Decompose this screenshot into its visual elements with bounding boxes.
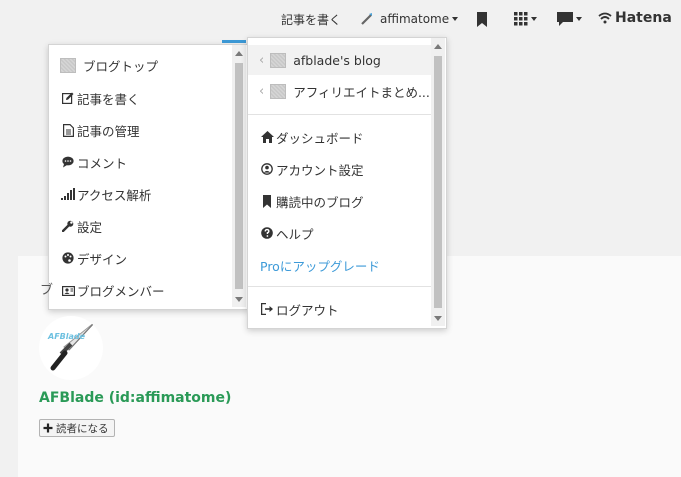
menu-item-label: アフィリエイトまとめ...: [293, 84, 430, 100]
comment-icon: [61, 155, 75, 169]
menu-item-label: 記事を書く: [77, 91, 140, 107]
menu-item-label: 購読中のブログ: [276, 194, 364, 210]
blog-menu-item-design[interactable]: デザイン: [61, 243, 127, 273]
scroll-up-icon[interactable]: [434, 44, 442, 49]
menu-item-label: Proにアップグレード: [260, 258, 380, 274]
user-menu-help[interactable]: ヘルプ: [260, 218, 314, 248]
logout-icon: [260, 302, 274, 316]
notifications-toggle[interactable]: [557, 12, 582, 26]
avatar[interactable]: AFBlade: [39, 316, 103, 380]
hatena-brand-text: Hatena: [615, 10, 672, 26]
menu-item-label: ブログトップ: [83, 58, 159, 74]
user-menu-toggle[interactable]: affimatome: [360, 10, 459, 28]
palette-icon: [61, 251, 75, 265]
question-icon: [260, 226, 274, 240]
bookmark-icon: [260, 194, 274, 208]
blog-menu-item-top[interactable]: ブログトップ: [60, 50, 158, 80]
document-icon: [61, 123, 75, 137]
blog-menu-item-analytics[interactable]: アクセス解析: [61, 179, 151, 209]
menu-item-label: 記事の管理: [77, 123, 140, 139]
blog-menu-item-settings[interactable]: 設定: [61, 211, 102, 241]
scroll-down-icon[interactable]: [235, 297, 243, 302]
partial-heading-text: ブ: [40, 283, 54, 298]
sword-logo-icon: AFBlade: [47, 321, 96, 371]
chevron-down-icon: [452, 17, 459, 21]
user-menu-dashboard[interactable]: ダッシュボード: [260, 122, 364, 152]
home-icon: [260, 130, 274, 144]
active-tab-indicator: [222, 40, 246, 43]
chevron-left-icon: ‹: [259, 83, 265, 99]
menu-item-label: アクセス解析: [77, 187, 152, 203]
menu-item-label: デザイン: [77, 251, 128, 267]
apps-menu-toggle[interactable]: [514, 12, 537, 26]
profile-name[interactable]: AFBlade (id:affimatome): [39, 390, 231, 406]
bookmark-icon[interactable]: [476, 12, 488, 27]
blog-menu-item-write[interactable]: 記事を書く: [61, 83, 140, 113]
global-header: 記事を書く affimatome Hatena: [0, 0, 681, 38]
blog-thumbnail-icon: [270, 52, 287, 68]
members-icon: [61, 283, 75, 297]
follow-button-label: 読者になる: [56, 422, 109, 435]
blog-menu-item-members[interactable]: ブログメンバー: [61, 275, 165, 305]
scroll-down-icon[interactable]: [434, 316, 442, 321]
avatar-text: AFBlade: [47, 332, 86, 341]
user-menu-dropdown: ‹ afblade's blog ‹ アフィリエイトまとめ... ダッシュボード…: [247, 37, 447, 329]
menu-item-label: ダッシュボード: [276, 130, 364, 146]
scroll-thumb[interactable]: [434, 56, 442, 308]
user-menu-subscriptions[interactable]: 購読中のブログ: [260, 186, 364, 216]
hatena-logo-icon: [598, 12, 612, 24]
blog-menu-dropdown: ブログトップ 記事を書く 記事の管理 コメント アクセス解析 設定 デザイン ブ…: [48, 44, 249, 310]
blog-thumbnail-icon: [270, 83, 287, 99]
user-icon: [260, 162, 274, 176]
blog-menu-item-manage[interactable]: 記事の管理: [61, 115, 140, 145]
menu-item-label: アカウント設定: [276, 162, 364, 178]
plus-icon: [43, 423, 53, 433]
right-menu-scrollbar[interactable]: [431, 38, 445, 326]
scroll-up-icon[interactable]: [235, 51, 243, 56]
user-menu-logout[interactable]: ログアウト: [260, 294, 339, 324]
follow-button[interactable]: 読者になる: [39, 419, 115, 437]
scroll-thumb[interactable]: [235, 63, 243, 289]
user-avatar-icon: [361, 13, 372, 25]
chevron-left-icon: ‹: [259, 52, 265, 68]
blog-thumbnail-icon: [60, 57, 76, 73]
chevron-down-icon: [531, 17, 537, 21]
user-menu-blog-1[interactable]: ‹ afblade's blog: [248, 45, 432, 75]
menu-item-label: afblade's blog: [293, 52, 381, 68]
user-name: affimatome: [380, 12, 450, 26]
menu-item-label: コメント: [77, 155, 128, 171]
menu-item-label: ログアウト: [276, 302, 339, 318]
user-menu-blog-2[interactable]: ‹ アフィリエイトまとめ...: [259, 76, 430, 106]
grid-icon: [514, 12, 528, 26]
menu-item-label: ヘルプ: [276, 226, 314, 242]
menu-divider: [248, 286, 432, 287]
chevron-down-icon: [576, 17, 582, 21]
left-menu-scrollbar[interactable]: [232, 45, 246, 307]
user-menu-account-settings[interactable]: アカウント設定: [260, 154, 364, 184]
edit-icon: [61, 91, 75, 105]
wrench-icon: [61, 219, 75, 233]
chat-bubble-icon: [557, 12, 573, 26]
blog-menu-item-comment[interactable]: コメント: [61, 147, 127, 177]
signal-bars-icon: [61, 187, 75, 201]
menu-item-label: 設定: [77, 219, 103, 235]
menu-item-label: ブログメンバー: [77, 283, 165, 299]
hatena-logo[interactable]: Hatena: [598, 10, 672, 26]
user-menu-upgrade-pro[interactable]: Proにアップグレード: [260, 250, 380, 280]
write-article-link[interactable]: 記事を書く: [281, 11, 341, 28]
menu-divider: [248, 114, 432, 115]
